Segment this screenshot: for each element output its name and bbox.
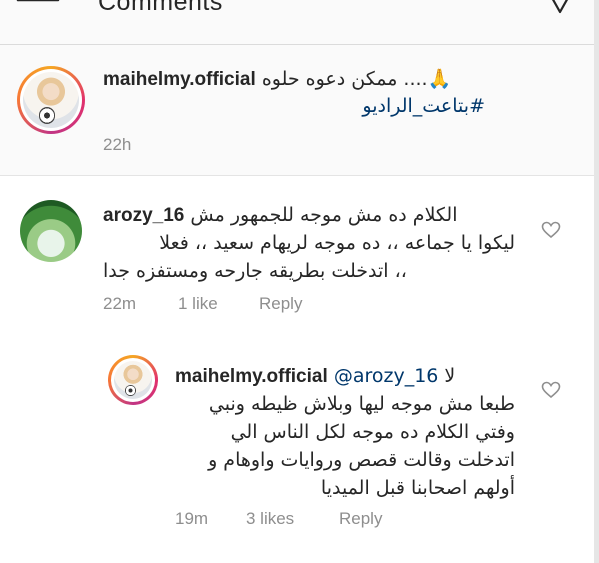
reply-button[interactable]: Reply [339,509,382,529]
comment-username[interactable]: maihelmy.official [175,366,328,387]
like-count[interactable]: 3 likes [246,509,294,529]
heart-icon[interactable] [541,380,561,400]
caption-text: 🙏.... ممكن دعوه حلوه [261,68,452,90]
caption-hashtag[interactable]: #بتاعت_الراديو [362,93,485,120]
avatar-photo [23,72,79,128]
mention-link[interactable]: @arozy_16 [334,365,439,387]
comment-username[interactable]: arozy_16 [103,205,184,226]
caption-username[interactable]: maihelmy.official [103,69,256,90]
reply-line-1: maihelmy.official @arozy_16 لا [175,365,456,387]
heart-icon[interactable] [541,220,561,240]
avatar-photo [114,361,152,399]
caption-line-1: maihelmy.official 🙏.... ممكن دعوه حلوه [103,66,451,93]
reply-line-2: طبعا مش موجه ليها وبلاش ظيطه ونبي [208,393,515,415]
screen-edge [594,0,599,563]
comment-line-3: ،، اتدخلت بطريقه جارحه ومستفزه جدا [103,260,407,282]
reply-line-3: وفتي الكلام ده موجه لكل الناس الي [230,421,515,443]
comment-line-2: ليكوا يا جماعه ،، ده موجه لريهام سعيد ،،… [159,232,515,254]
comments-header: Comments [0,0,599,45]
comment-line-1: arozy_16 الكلام ده مش موجه للجمهور مش [103,204,458,226]
back-arrow-icon[interactable] [16,0,60,16]
chevron-down-icon[interactable] [548,0,572,14]
page-title: Comments [98,0,223,16]
avatar[interactable] [17,66,85,134]
avatar[interactable] [108,355,158,405]
post-caption: maihelmy.official 🙏.... ممكن دعوه حلوه #… [0,45,599,176]
like-count[interactable]: 1 like [178,294,218,314]
comment-time: 19m [175,509,209,528]
avatar[interactable] [20,200,82,262]
reply-line-5: أولهم اصحابنا قبل الميديا [320,477,515,499]
caption-time: 22h [103,135,132,154]
reply-line-4: اتدخلت وقالت قصص وروايات واوهام و [208,449,515,471]
reply-button[interactable]: Reply [259,294,302,314]
comment-time: 22m [103,294,137,313]
